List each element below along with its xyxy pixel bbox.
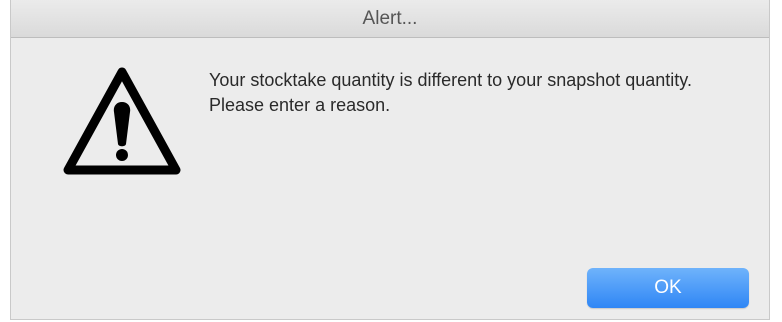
ok-button[interactable]: OK — [587, 268, 749, 308]
warning-icon — [63, 67, 181, 175]
alert-message: Your stocktake quantity is different to … — [209, 70, 692, 115]
title-bar[interactable]: Alert... — [11, 0, 769, 38]
alert-dialog: Alert... Your stocktake quantity is diff… — [10, 0, 770, 320]
window-title: Alert... — [362, 8, 418, 29]
